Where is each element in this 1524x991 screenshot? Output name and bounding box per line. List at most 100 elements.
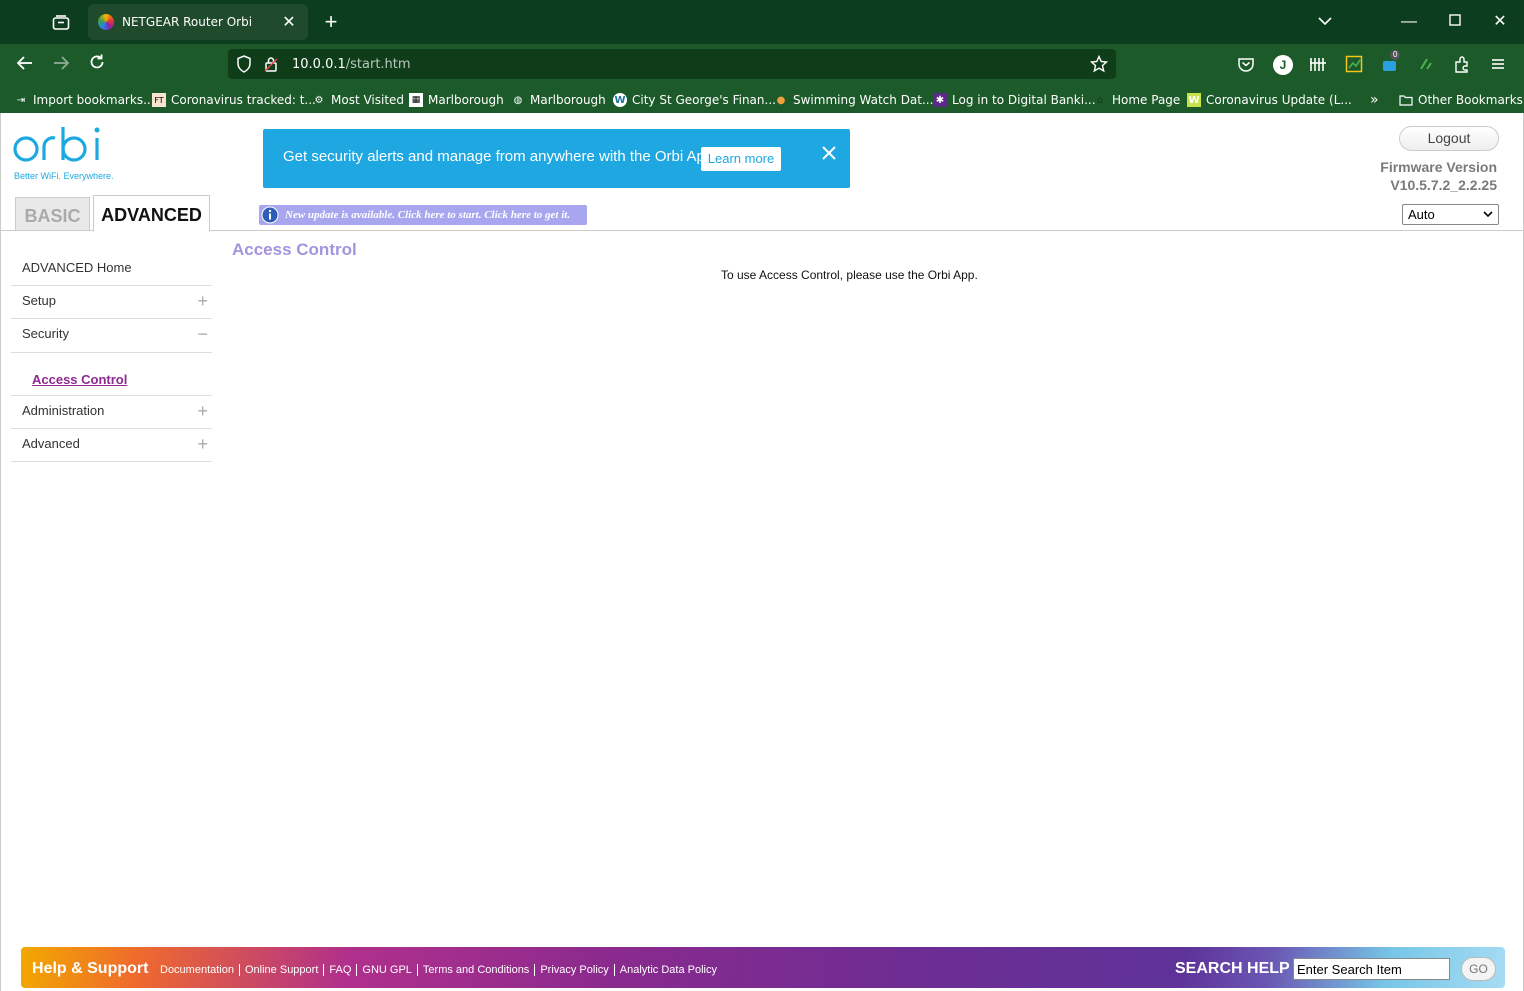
info-icon [261,206,279,224]
firmware-label: Firmware Version [1380,159,1497,175]
bookmark-label: City St George's Finan... [632,93,776,107]
search-help-input[interactable] [1293,958,1450,980]
pocket-icon[interactable] [1237,55,1257,75]
profile-avatar-icon[interactable]: J [1273,55,1293,75]
footer-link-gnu-gpl[interactable]: GNU GPL [356,964,417,976]
bookmark-item[interactable]: ⇥ Import bookmarks... [14,91,155,109]
sidebar-item-advanced[interactable]: Advanced + [11,429,212,462]
extension-chart-icon[interactable] [1345,55,1365,75]
content-message: To use Access Control, please use the Or… [721,268,978,282]
extensions-icon[interactable] [1453,55,1473,75]
header-divider [1,230,1523,231]
url-host: 10.0.0.1 [292,56,346,72]
browser-toolbar: 10.0.0.1/start.htm J 0 [0,44,1524,86]
tab-title: NETGEAR Router Orbi [122,15,253,29]
orbi-app-promo-banner: Get security alerts and manage from anyw… [263,129,850,188]
import-icon: ⇥ [16,94,26,106]
page-title: Access Control [232,240,357,259]
sidebar-item-label: Advanced [22,436,80,451]
mode-select[interactable]: Auto [1402,204,1499,225]
footer-link-faq[interactable]: FAQ [323,964,356,976]
promo-text: Get security alerts and manage from anyw… [283,148,718,165]
tab-list-icon[interactable] [48,10,74,36]
list-all-tabs-icon[interactable] [1310,8,1340,36]
bookmark-item[interactable]: W City St George's Finan... [613,91,776,109]
extension-puzzle-x-icon[interactable] [1417,55,1437,75]
footer-link-online-support[interactable]: Online Support [239,964,323,976]
logout-button[interactable]: Logout [1399,126,1499,151]
library-icon[interactable] [1309,55,1329,75]
logo-tagline: Better WiFi. Everywhere. [14,171,114,181]
gear-icon: ⚙ [314,94,324,106]
calendar-icon: ▦ [409,93,423,107]
collapse-minus-icon[interactable]: − [197,319,208,349]
other-bookmarks[interactable]: Other Bookmarks [1399,91,1523,109]
sidebar-item-advanced-home[interactable]: ADVANCED Home [11,253,212,286]
firmware-update-notice[interactable]: New update is available. Click here to s… [259,205,587,225]
expand-plus-icon[interactable]: + [197,429,208,459]
bookmark-item[interactable]: ◍ Marlborough [511,91,606,109]
url-path: /start.htm [345,56,411,72]
bookmark-label: Log in to Digital Banki... [952,93,1096,107]
mode-select-value: Auto [1408,207,1435,222]
bookmark-label: Marlborough [428,93,504,107]
search-help-label: SEARCH HELP [1175,960,1290,977]
close-window-button[interactable]: ✕ [1485,8,1515,36]
folder-icon [1399,93,1413,107]
security-submenu: Access Control [11,352,212,396]
browser-tab[interactable]: NETGEAR Router Orbi ✕ [88,4,308,40]
bookmark-item[interactable]: ▦ Marlborough [409,91,504,109]
pin-icon: ● [776,94,786,106]
maximize-button[interactable] [1440,8,1470,36]
expand-plus-icon[interactable]: + [197,396,208,426]
bookmark-item[interactable]: ⌂ Home Page [1093,91,1181,109]
tab-basic[interactable]: BASIC [15,197,90,231]
bookmark-label: Most Visited [331,93,405,107]
bookmark-item[interactable]: W Coronavirus Update (L... [1187,91,1352,109]
extension-badge-icon[interactable]: 0 [1381,50,1401,75]
close-icon[interactable] [820,144,838,162]
globe-icon: ◍ [513,94,523,106]
footer-link-privacy[interactable]: Privacy Policy [534,964,613,976]
address-bar[interactable]: 10.0.0.1/start.htm [228,49,1116,79]
url-text[interactable]: 10.0.0.1/start.htm [292,57,411,72]
bookmark-star-icon[interactable] [1089,54,1109,77]
new-tab-button[interactable]: + [318,10,344,36]
bookmark-item[interactable]: FT Coronavirus tracked: t... [152,91,316,109]
bank-icon: ✱ [933,93,947,107]
sidebar-nav: ADVANCED Home Setup + Security − Access … [11,253,212,462]
back-button[interactable] [12,52,38,78]
expand-plus-icon[interactable]: + [197,286,208,316]
bookmark-item[interactable]: ● Swimming Watch Dat... [774,91,934,109]
wordpress-icon: W [613,93,627,107]
footer-link-analytic-data[interactable]: Analytic Data Policy [613,964,722,976]
learn-more-button[interactable]: Learn more [701,147,781,171]
sidebar-item-access-control[interactable]: Access Control [11,353,212,395]
router-page: Better WiFi. Everywhere. Get security al… [0,113,1524,991]
minimize-button[interactable]: — [1394,8,1424,36]
hamburger-menu-icon[interactable] [1489,55,1509,75]
sidebar-item-administration[interactable]: Administration + [11,396,212,429]
go-button[interactable]: GO [1461,957,1496,981]
bookmark-label: Marlborough [530,93,606,107]
chevron-down-icon [1483,205,1493,231]
sidebar-item-label: Setup [22,293,56,308]
close-tab-icon[interactable]: ✕ [280,12,298,32]
reload-button[interactable] [84,52,110,78]
bookmark-label: Coronavirus tracked: t... [171,93,316,107]
update-notice-text: New update is available. Click here to s… [285,209,571,221]
forward-button[interactable] [48,52,74,78]
bookmark-label: Home Page [1112,93,1181,107]
tab-advanced[interactable]: ADVANCED [93,195,210,232]
bookmarks-overflow-icon[interactable]: » [1370,91,1379,109]
bookmark-item[interactable]: ⚙ Most Visited [312,91,405,109]
help-support-footer: Help & Support Documentation Online Supp… [21,947,1505,988]
sidebar-item-setup[interactable]: Setup + [11,286,212,319]
footer-link-terms[interactable]: Terms and Conditions [416,964,534,976]
bookmark-item[interactable]: ✱ Log in to Digital Banki... [933,91,1096,109]
shield-icon[interactable] [236,55,254,73]
sidebar-item-security[interactable]: Security − [11,319,212,352]
lock-icon[interactable] [264,56,280,72]
footer-link-documentation[interactable]: Documentation [160,964,239,976]
browser-titlebar: NETGEAR Router Orbi ✕ + — ✕ [0,0,1524,44]
